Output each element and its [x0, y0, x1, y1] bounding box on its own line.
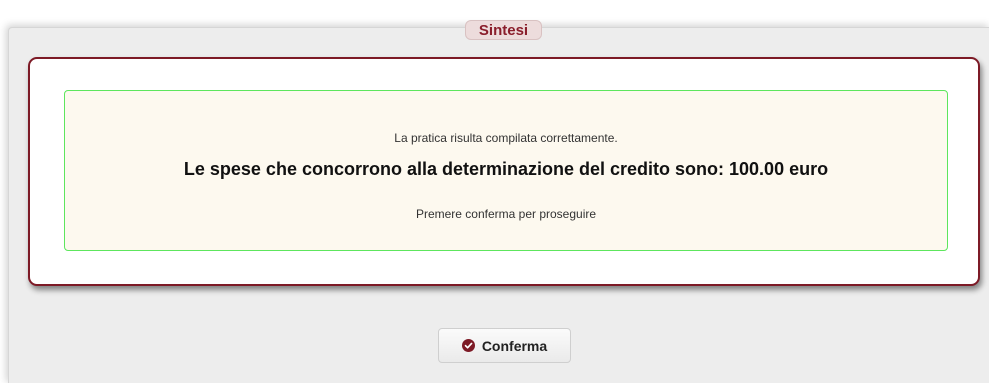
check-circle-icon [461, 339, 475, 352]
confirm-button[interactable]: Conferma [438, 328, 571, 363]
summary-status-text: La pratica risulta compilata correttamen… [394, 131, 618, 145]
summary-credit-text: Le spese che concorrono alla determinazi… [183, 159, 829, 179]
page: Sintesi La pratica risulta compilata cor… [0, 0, 989, 383]
summary-instruction-text: Premere conferma per proseguire [415, 207, 597, 221]
dialog-title: Sintesi [465, 20, 542, 40]
confirm-button-label: Conferma [481, 337, 548, 354]
summary-message-box: La pratica risulta compilata correttamen… [64, 90, 948, 251]
